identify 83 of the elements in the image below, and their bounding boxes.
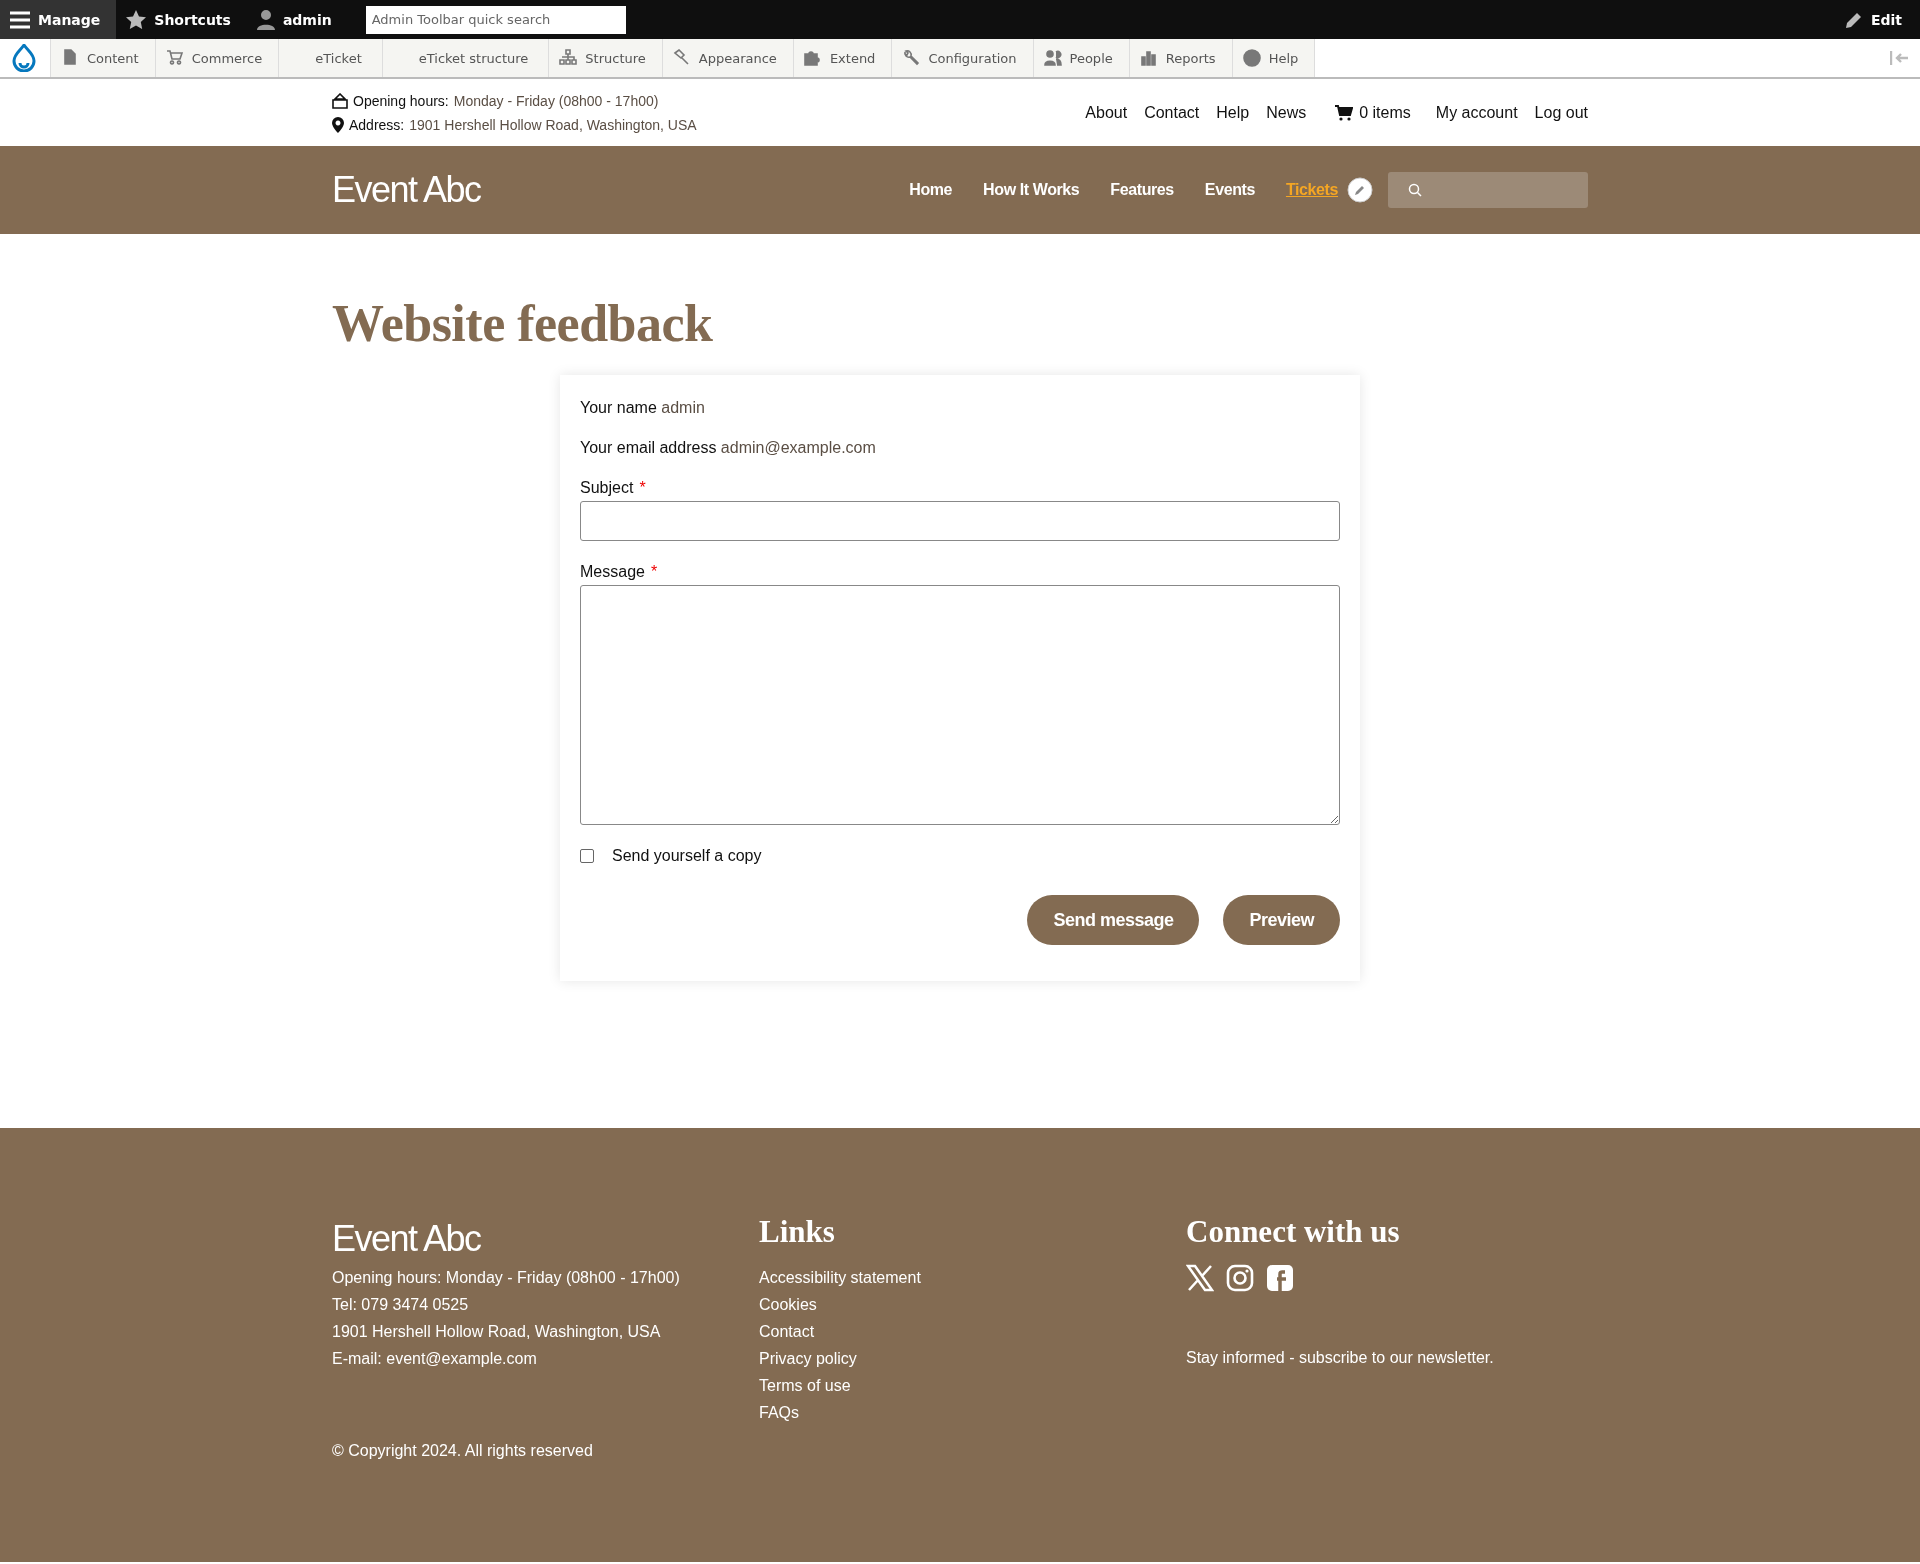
document-icon	[61, 49, 79, 67]
account-link[interactable]: Log out	[1534, 103, 1588, 122]
contact-line: E-mail: event@example.com	[332, 1349, 537, 1369]
pencil-icon[interactable]	[1347, 177, 1373, 203]
toolbar-tab[interactable]: Manage	[0, 0, 117, 39]
nav-link[interactable]: How It Works	[983, 181, 1080, 199]
nav-link[interactable]: Events	[1204, 181, 1255, 199]
opening-hours-value: Monday - Friday (08h00 - 17h00)	[453, 91, 659, 111]
toolbar-menu-item[interactable]: Content	[50, 39, 155, 77]
camera-icon[interactable]	[1226, 1264, 1254, 1292]
edit-button[interactable]: Edit	[1826, 10, 1920, 29]
toolbar-menu-item[interactable]: People	[1032, 39, 1129, 77]
checkbox-label: Send yourself a copy	[612, 847, 762, 865]
nav-link[interactable]: Features	[1110, 181, 1174, 199]
search-field[interactable]	[1388, 172, 1588, 208]
copy-checkbox[interactable]	[580, 849, 594, 863]
links-heading: Links	[759, 1214, 835, 1250]
brush-icon	[672, 49, 691, 67]
toolbar-menu-item[interactable]: Configuration	[891, 39, 1033, 77]
f-logo-icon[interactable]	[1266, 1264, 1294, 1292]
footer-link[interactable]: Cookies	[759, 1291, 817, 1318]
contact-line: Tel: 079 3474 0525	[332, 1295, 469, 1315]
connect-heading: Connect with us	[1186, 1214, 1400, 1250]
drop-logo-icon[interactable]	[12, 44, 36, 72]
footer-link[interactable]: Privacy policy	[759, 1345, 857, 1372]
opening-hours-label: Opening hours:	[353, 91, 449, 111]
toolbar-menu-item[interactable]: eTicket	[278, 39, 382, 77]
bar-chart-icon	[1139, 49, 1158, 67]
footer-logo: Event Abc	[332, 1218, 481, 1260]
newsletter-text: Stay informed - subscribe to our newsletter.	[1186, 1348, 1494, 1368]
email-label: Your email address	[580, 439, 717, 456]
contact-line: Opening hours: Monday - Friday (08h00 - 17h00)	[332, 1268, 680, 1288]
pencil-icon	[1844, 10, 1863, 29]
people-icon	[1043, 49, 1062, 67]
map-pin-icon	[332, 116, 344, 133]
address-label: Address:	[349, 115, 405, 135]
toolbar-menu-item[interactable]: Extend	[792, 39, 892, 77]
cart-icon	[165, 49, 184, 67]
name-value: admin	[661, 399, 705, 416]
site-logo[interactable]: Event Abc	[332, 169, 481, 211]
toolbar-menu-item[interactable]: eTicket structure	[381, 39, 549, 77]
footer-link[interactable]: Accessibility statement	[759, 1264, 921, 1291]
toolbar-menu-item[interactable]: Reports	[1128, 39, 1232, 77]
utility-link[interactable]: Help	[1216, 103, 1250, 122]
hierarchy-icon	[559, 49, 578, 67]
star-icon	[126, 10, 147, 29]
utility-link[interactable]: News	[1266, 103, 1307, 122]
footer-link[interactable]: Contact	[759, 1318, 815, 1345]
contact-line: 1901 Hershell Hollow Road, Washington, USA	[332, 1322, 661, 1342]
footer-link[interactable]: Terms of use	[759, 1372, 851, 1399]
form-button[interactable]: Send message	[1027, 895, 1200, 945]
puzzle-icon	[803, 49, 822, 67]
wrench-icon	[902, 49, 921, 67]
utility-link[interactable]: About	[1085, 103, 1128, 122]
search-field[interactable]: Admin Toolbar quick search	[365, 5, 626, 34]
toolbar-tab[interactable]: admin	[246, 0, 348, 39]
cart-link[interactable]: 0 items	[1335, 103, 1411, 122]
account-link[interactable]: My account	[1435, 103, 1518, 122]
utility-link[interactable]: Contact	[1144, 103, 1200, 122]
shop-sign-icon	[332, 92, 348, 109]
search-icon	[1408, 183, 1422, 197]
toolbar-menu-item[interactable]: Appearance	[661, 39, 793, 77]
email-value: admin@example.com	[720, 439, 876, 456]
required-mark: *	[650, 563, 658, 580]
toolbar-tab[interactable]: Shortcuts	[116, 0, 247, 39]
required-mark: *	[639, 479, 646, 496]
message-label: Message	[580, 563, 645, 580]
form-button[interactable]: Preview	[1223, 895, 1340, 945]
page-title: Website feedback	[332, 294, 714, 353]
x-logo-icon[interactable]	[1186, 1264, 1214, 1292]
toolbar-menu-item[interactable]: Commerce	[154, 39, 279, 77]
nav-link[interactable]: Home	[909, 181, 953, 199]
footer-link[interactable]: FAQs	[759, 1399, 799, 1426]
copyright-text: © Copyright 2024. All rights reserved	[332, 1442, 594, 1460]
name-label: Your name	[580, 399, 657, 416]
address-value: 1901 Hershell Hollow Road, Washington, USA	[409, 115, 697, 135]
subject-label: Subject	[580, 479, 634, 496]
toolbar-menu-item[interactable]: Structure	[548, 39, 662, 77]
subject-input[interactable]	[580, 501, 1340, 541]
menu-icon	[10, 10, 30, 29]
cart-icon	[1335, 104, 1354, 121]
user-icon	[256, 9, 275, 30]
toolbar-menu-item[interactable]: Help	[1231, 39, 1316, 77]
